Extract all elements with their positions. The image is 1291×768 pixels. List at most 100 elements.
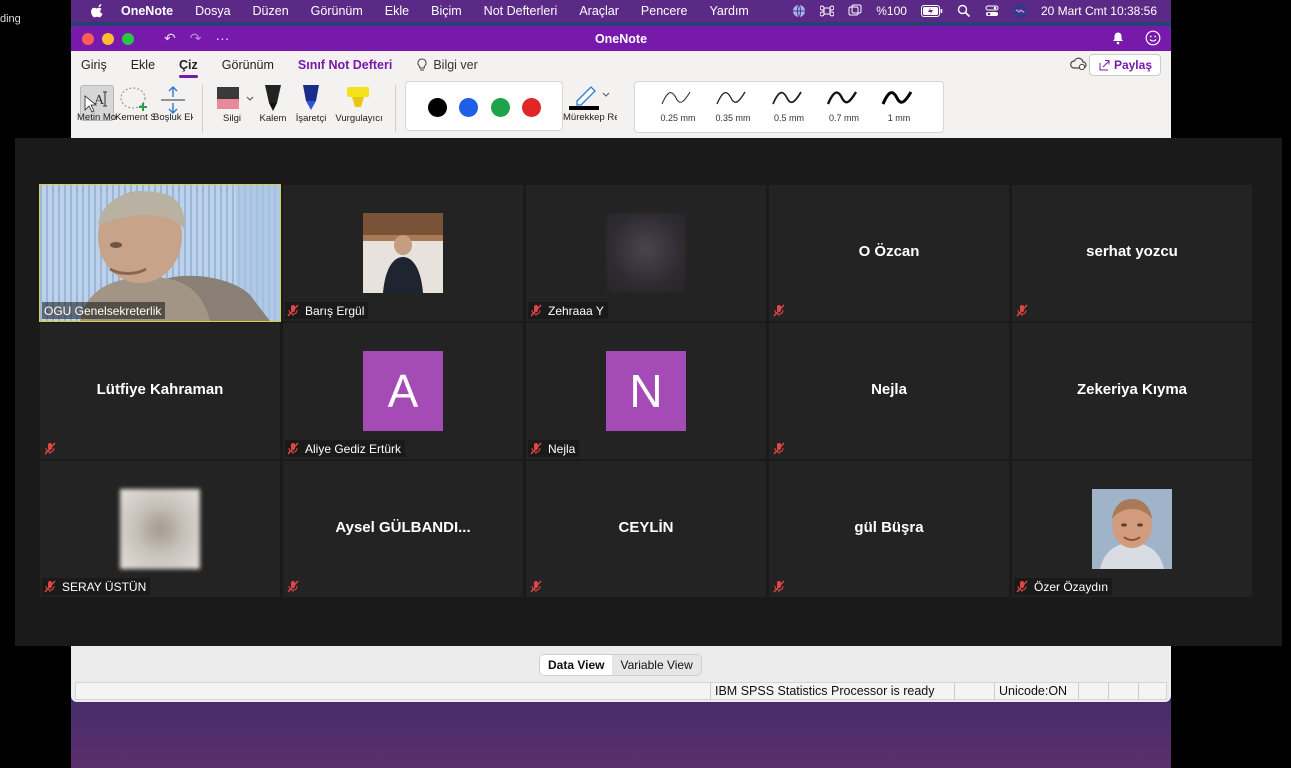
- ribbon-tabs: Giriş Ekle Çiz Görünüm Sınıf Not Defteri…: [71, 51, 1171, 79]
- muted-mic-icon: [530, 580, 542, 593]
- participant-name-tag: Aliye Gediz Ertürk: [285, 440, 406, 457]
- participant-display-name: Nejla: [871, 381, 907, 398]
- close-window-button[interactable]: [82, 32, 94, 45]
- pen-label: Kalem: [259, 113, 287, 124]
- menu-not-defterleri[interactable]: Not Defterleri: [484, 4, 558, 18]
- participant-name: SERAY ÜSTÜN: [62, 579, 147, 594]
- pen-color-red[interactable]: [522, 98, 541, 117]
- tab-sinif-not-defteri[interactable]: Sınıf Not Defteri: [298, 58, 392, 72]
- participant-tile[interactable]: CEYLİN: [526, 461, 766, 597]
- tab-giris[interactable]: Giriş: [81, 58, 107, 72]
- undo-icon[interactable]: ↶: [164, 30, 176, 47]
- menu-duzen[interactable]: Düzen: [253, 4, 289, 18]
- muted-mic-icon: [530, 304, 542, 317]
- participant-tile[interactable]: A Aliye Gediz Ertürk: [283, 323, 523, 459]
- profile-photo: [120, 489, 200, 569]
- participant-tile[interactable]: gül Büşra: [769, 461, 1009, 597]
- thickness-label: 0.25 mm: [660, 113, 696, 123]
- tab-variable-view[interactable]: Variable View: [612, 655, 701, 675]
- tell-me-label: Bilgi ver: [433, 58, 478, 72]
- spss-status-bar: IBM SPSS Statistics Processor is ready U…: [75, 682, 1167, 700]
- battery-icon[interactable]: [920, 5, 943, 17]
- zoom-window-button[interactable]: [122, 32, 134, 45]
- thickness-option[interactable]: 0.7 mm: [819, 86, 869, 123]
- participant-tile[interactable]: Lütfiye Kahraman: [40, 323, 280, 459]
- apple-icon[interactable]: [91, 4, 105, 18]
- thickness-option[interactable]: 0.5 mm: [764, 86, 814, 123]
- globe-icon[interactable]: [792, 4, 806, 18]
- participant-tile[interactable]: Zekeriya Kıyma: [1012, 323, 1252, 459]
- participant-tile[interactable]: Özer Özaydın: [1012, 461, 1252, 597]
- lasso-select-icon[interactable]: [119, 85, 151, 115]
- highlighter-label: Vurgulayıcı: [335, 113, 383, 124]
- status-cell-empty: [1138, 683, 1166, 699]
- initial-avatar: N: [606, 351, 686, 431]
- menubar-clock[interactable]: 20 Mart Cmt 10:38:56: [1041, 4, 1157, 18]
- menu-yardim[interactable]: Yardım: [709, 4, 748, 18]
- tab-data-view[interactable]: Data View: [540, 655, 613, 675]
- menu-bicim[interactable]: Biçim: [431, 4, 462, 18]
- menu-ekle[interactable]: Ekle: [385, 4, 409, 18]
- command-icon[interactable]: [820, 4, 835, 18]
- tab-ciz[interactable]: Çiz: [179, 58, 198, 78]
- redo-icon[interactable]: ↷: [190, 30, 202, 47]
- participant-tile[interactable]: Zehraaa Y: [526, 185, 766, 321]
- spss-window: Data View Variable View IBM SPSS Statist…: [71, 646, 1171, 702]
- lasso-label: Kement Seçimi: [115, 113, 155, 123]
- participant-name-tag: OGU Genelsekreterlik: [42, 302, 166, 319]
- siri-icon[interactable]: [1013, 4, 1027, 18]
- ink-color-label: Mürekkep Rengi: [563, 113, 617, 123]
- menu-gorunum[interactable]: Görünüm: [311, 4, 363, 18]
- marker-icon[interactable]: [299, 83, 323, 113]
- menu-dosya[interactable]: Dosya: [195, 4, 230, 18]
- share-button[interactable]: Paylaş: [1088, 54, 1161, 76]
- thickness-label: 0.35 mm: [715, 113, 751, 123]
- add-space-label: Boşluk Ekle: [153, 113, 193, 123]
- muted-mic-icon: [44, 442, 56, 455]
- muted-mic-icon: [773, 580, 785, 593]
- highlighter-icon[interactable]: [345, 83, 371, 113]
- sync-cloud-icon[interactable]: [1069, 57, 1087, 71]
- zoom-gallery-view: OGU Genelsekreterlik Barış Ergül Zehraaa…: [15, 138, 1282, 646]
- participant-tile[interactable]: serhat yozcu: [1012, 185, 1252, 321]
- menu-app-name[interactable]: OneNote: [121, 4, 173, 18]
- battery-percent: %100: [876, 4, 907, 18]
- window-overlap-icon[interactable]: [848, 4, 862, 18]
- thickness-option[interactable]: 0.25 mm: [653, 86, 703, 123]
- marker-label: İşaretçi: [295, 113, 327, 124]
- window-controls: [82, 32, 134, 45]
- video-feed: [40, 185, 280, 321]
- tab-gorunum[interactable]: Görünüm: [222, 58, 274, 72]
- participant-tile[interactable]: Barış Ergül: [283, 185, 523, 321]
- participant-tile[interactable]: OGU Genelsekreterlik: [39, 184, 281, 322]
- participant-name-tag: Özer Özaydın: [1014, 578, 1113, 595]
- ink-color-icon[interactable]: [567, 81, 613, 111]
- thickness-option[interactable]: 1 mm: [874, 86, 924, 123]
- ribbon-separator: [395, 85, 396, 133]
- control-center-icon[interactable]: [985, 4, 999, 18]
- participant-tile[interactable]: Nejla: [769, 323, 1009, 459]
- thickness-option[interactable]: 0.35 mm: [708, 86, 758, 123]
- feedback-smile-icon[interactable]: [1145, 30, 1161, 46]
- tell-me-box[interactable]: Bilgi ver: [416, 58, 478, 72]
- bell-icon[interactable]: [1111, 31, 1125, 45]
- menu-pencere[interactable]: Pencere: [641, 4, 688, 18]
- spotlight-search-icon[interactable]: [957, 4, 971, 18]
- draw-ribbon: A Metin Modu Kement Seçimi Boşluk Ekle S…: [71, 79, 1171, 138]
- tab-ekle[interactable]: Ekle: [131, 58, 155, 72]
- more-icon[interactable]: ···: [215, 30, 229, 47]
- participant-tile[interactable]: N Nejla: [526, 323, 766, 459]
- pen-color-green[interactable]: [491, 98, 510, 117]
- menu-araclar[interactable]: Araçlar: [579, 4, 619, 18]
- onenote-titlebar: ↶ ↷ ··· OneNote: [71, 26, 1171, 51]
- add-space-icon[interactable]: [159, 85, 187, 115]
- participant-tile[interactable]: Aysel GÜLBANDI...: [283, 461, 523, 597]
- participant-tile[interactable]: SERAY ÜSTÜN: [40, 461, 280, 597]
- eraser-icon[interactable]: [215, 85, 255, 113]
- pen-color-black[interactable]: [428, 98, 447, 117]
- pen-icon[interactable]: [261, 83, 285, 113]
- pen-color-blue[interactable]: [459, 98, 478, 117]
- muted-mic-icon: [287, 304, 299, 317]
- minimize-window-button[interactable]: [102, 32, 114, 45]
- participant-tile[interactable]: O Özcan: [769, 185, 1009, 321]
